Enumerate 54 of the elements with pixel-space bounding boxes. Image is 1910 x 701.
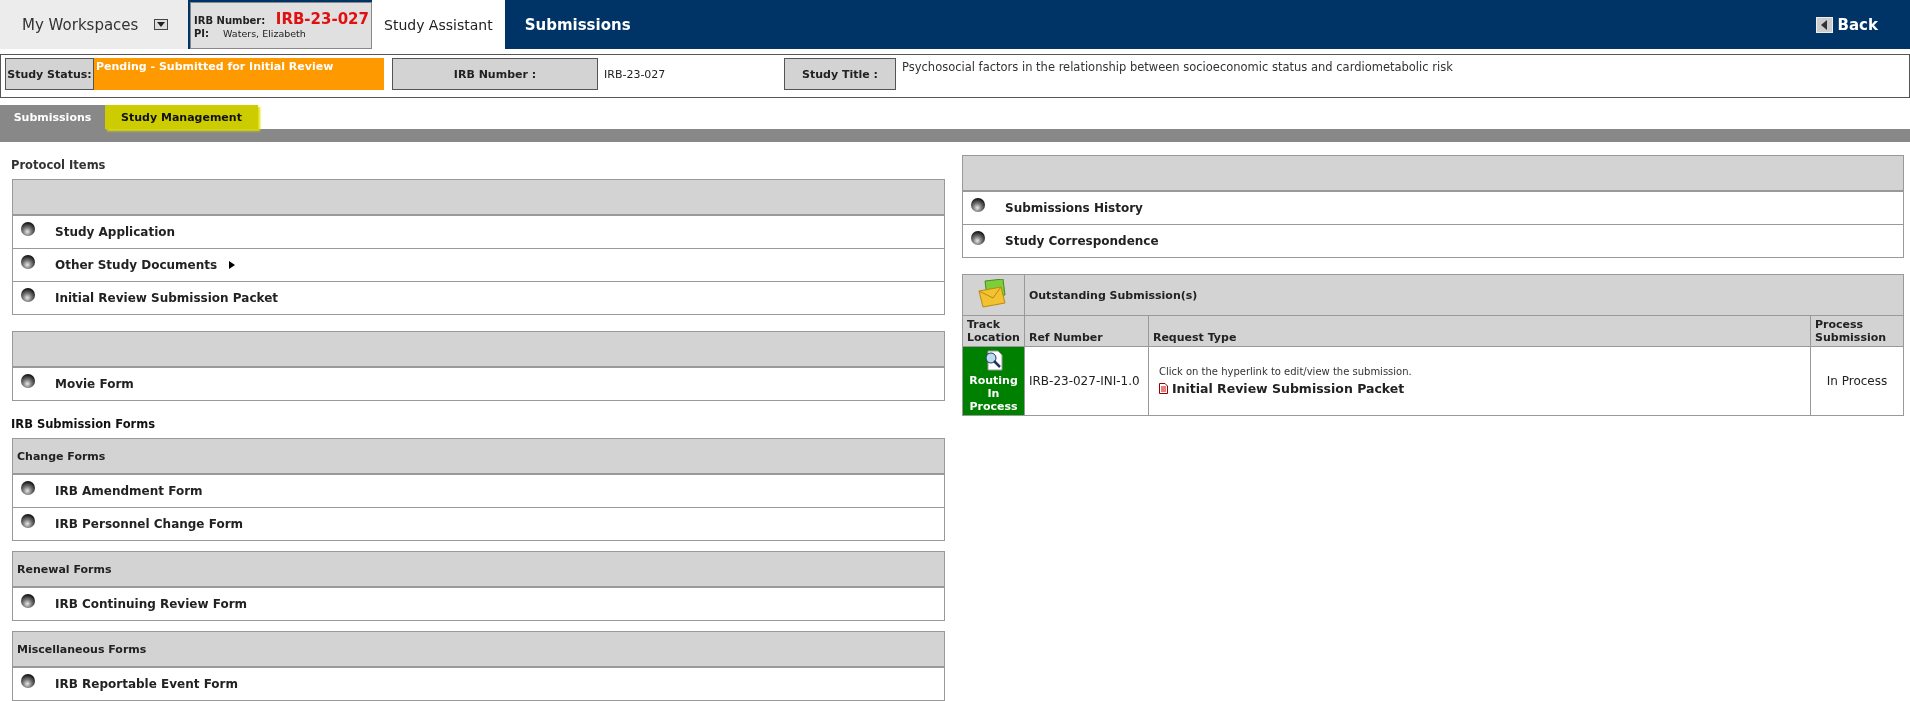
hint-text: Click on the hyperlink to edit/view the submission. bbox=[1158, 366, 1413, 377]
magnifier-document-icon bbox=[982, 349, 1005, 371]
field-label: IRB Number : bbox=[392, 58, 598, 90]
irb-number-value: IRB-23-027 bbox=[603, 67, 667, 83]
study-title-value: Psychosocial factors in the relationship between socioeconomic status and cardiometabolic risk bbox=[901, 59, 1454, 76]
bullet-icon bbox=[21, 374, 35, 388]
section-title: IRB Submission Forms bbox=[11, 417, 157, 431]
menu-link[interactable]: IRB Personnel Change Form bbox=[55, 517, 244, 531]
dropdown-icon bbox=[154, 19, 168, 30]
pi-name: Waters, Elizabeth bbox=[223, 28, 306, 39]
ref-number: IRB-23-027-INI-1.0 bbox=[1028, 374, 1140, 388]
menu-link[interactable]: Study Correspondence bbox=[1005, 234, 1159, 248]
menu-link[interactable]: IRB Continuing Review Form bbox=[55, 597, 248, 611]
bullet-icon bbox=[21, 514, 35, 528]
workspace-menu[interactable]: My Workspaces bbox=[0, 0, 188, 49]
nav-tab[interactable]: Study Assistant bbox=[372, 0, 505, 49]
document-icon bbox=[1158, 383, 1168, 394]
field-label: Study Status: bbox=[5, 58, 94, 90]
irb-label: IRB Number: bbox=[194, 15, 266, 26]
panel-heading: Miscellaneous Forms bbox=[17, 642, 147, 656]
column-header: Process Submission bbox=[1815, 318, 1887, 344]
bullet-icon bbox=[21, 594, 35, 608]
back-button[interactable]: Back bbox=[1809, 0, 1884, 49]
bullet-icon bbox=[21, 255, 35, 269]
column-header: Request Type bbox=[1152, 331, 1237, 344]
panel-heading: Renewal Forms bbox=[17, 562, 112, 576]
bullet-icon bbox=[21, 674, 35, 688]
table-title: Outstanding Submission(s) bbox=[1028, 288, 1198, 302]
menu-link[interactable]: IRB Amendment Form bbox=[55, 484, 203, 498]
panel-heading: Change Forms bbox=[17, 449, 106, 463]
sub-tab[interactable]: Submissions bbox=[0, 105, 105, 129]
bullet-icon bbox=[971, 231, 985, 245]
menu-link[interactable]: Other Study Documents bbox=[55, 258, 218, 272]
bullet-icon bbox=[21, 288, 35, 302]
track-location-cell: Routing In Process bbox=[962, 346, 1025, 416]
pi-label: PI: bbox=[194, 28, 210, 39]
submission-link[interactable]: Initial Review Submission Packet bbox=[1158, 381, 1800, 396]
caret-icon bbox=[229, 261, 236, 269]
bullet-icon bbox=[21, 222, 35, 236]
field-label: Study Title : bbox=[784, 58, 896, 90]
bullet-icon bbox=[21, 481, 35, 495]
bullet-icon bbox=[971, 198, 985, 212]
menu-link[interactable]: Initial Review Submission Packet bbox=[55, 291, 279, 305]
menu-link[interactable]: Submissions History bbox=[1005, 201, 1143, 215]
column-header: Track Location bbox=[967, 318, 1020, 344]
menu-link[interactable]: Movie Form bbox=[55, 377, 134, 391]
section-title: Protocol Items bbox=[11, 158, 107, 172]
irb-number: IRB-23-027 bbox=[275, 10, 369, 28]
sub-tab[interactable]: Study Management bbox=[105, 105, 258, 129]
menu-link[interactable]: IRB Reportable Event Form bbox=[55, 677, 238, 691]
status-value: Pending - Submitted for Initial Review bbox=[94, 58, 384, 90]
menu-link[interactable]: Study Application bbox=[55, 225, 176, 239]
process-status: In Process bbox=[1826, 374, 1888, 388]
column-header: Ref Number bbox=[1028, 331, 1103, 344]
